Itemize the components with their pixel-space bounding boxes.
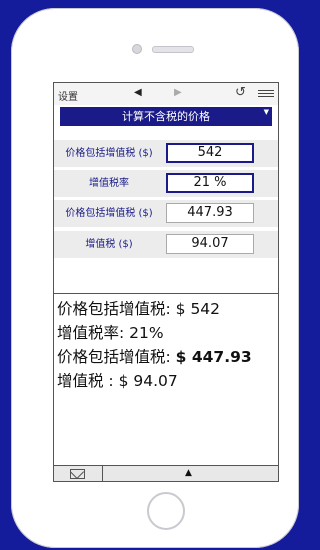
vat-rate-input[interactable]: 21 % <box>166 173 254 193</box>
result-line-price-incl-vat: 价格包括增值税: $ 542 <box>57 300 221 318</box>
bottom-toolbar: ▲ <box>54 465 278 481</box>
price-incl-vat-input[interactable]: 542 <box>166 143 254 163</box>
calculation-selector[interactable]: 计算不含税的价格 ▼ <box>60 107 272 126</box>
settings-button[interactable]: 设置 <box>58 88 78 103</box>
calculation-title: 计算不含税的价格 <box>122 110 210 123</box>
expand-up-icon[interactable]: ▲ <box>185 468 192 478</box>
hamburger-menu-icon[interactable] <box>258 90 274 99</box>
row-label: 价格包括增值税 ($) <box>65 208 153 219</box>
result-price-value: $ 447.93 <box>175 348 252 366</box>
price-output-field[interactable]: 447.93 <box>166 203 254 223</box>
result-line-vat: 增值税 : $ 94.07 <box>57 372 178 390</box>
undo-icon[interactable]: ↺ <box>235 85 246 100</box>
section-divider <box>54 293 278 294</box>
result-label: 价格包括增值税: <box>57 348 176 366</box>
phone-frame: 设置 ◀ ▶ ↺ 计算不含税的价格 ▼ 价格包括增值税 ($) 542 增值税率… <box>11 8 299 548</box>
previous-arrow-icon[interactable]: ◀ <box>134 87 142 98</box>
earpiece-speaker <box>152 46 194 53</box>
dropdown-caret-icon: ▼ <box>263 108 269 116</box>
vat-output-field[interactable]: 94.07 <box>166 234 254 254</box>
app-screen: 设置 ◀ ▶ ↺ 计算不含税的价格 ▼ 价格包括增值税 ($) 542 增值税率… <box>53 82 279 482</box>
camera-sensor <box>132 44 142 54</box>
row-label: 增值税率 <box>89 178 129 189</box>
output-row-price: 价格包括增值税 ($) 447.93 <box>54 200 278 227</box>
mail-icon[interactable] <box>70 469 85 479</box>
row-label: 增值税 ($) <box>85 239 133 250</box>
top-toolbar: 设置 ◀ ▶ ↺ <box>54 83 278 105</box>
input-row-price-incl-vat: 价格包括增值税 ($) 542 <box>54 140 278 167</box>
result-line-vat-rate: 增值税率: 21% <box>57 324 164 342</box>
toolbar-separator <box>102 466 103 481</box>
home-button[interactable] <box>147 492 185 530</box>
row-label: 价格包括增值税 ($) <box>65 148 153 159</box>
next-arrow-icon[interactable]: ▶ <box>174 87 182 98</box>
result-line-price: 价格包括增值税: $ 447.93 <box>57 345 277 367</box>
output-row-vat: 增值税 ($) 94.07 <box>54 231 278 258</box>
input-row-vat-rate: 增值税率 21 % <box>54 170 278 197</box>
